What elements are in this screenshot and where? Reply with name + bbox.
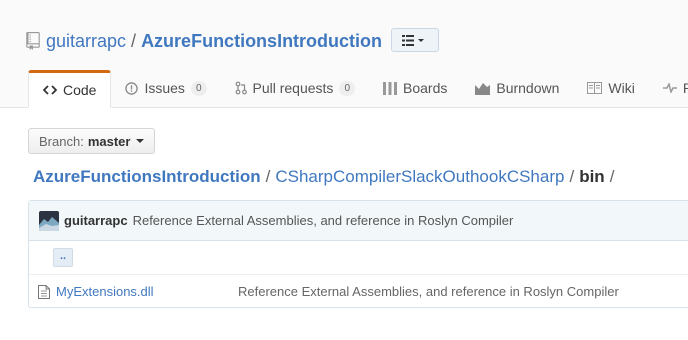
list-item: ..	[29, 241, 688, 275]
breadcrumb-folder-link[interactable]: CSharpCompilerSlackOuthookCSharp	[275, 167, 564, 186]
repo-name-link[interactable]: AzureFunctionsIntroduction	[141, 31, 382, 52]
tab-burndown[interactable]: Burndown	[461, 70, 573, 106]
breadcrumb-separator: /	[569, 167, 575, 186]
tab-pulse-label: Pu	[682, 80, 688, 96]
pull-requests-count-badge: 0	[339, 80, 355, 96]
issues-count-badge: 0	[190, 80, 207, 96]
wiki-icon	[587, 82, 603, 94]
tab-pulse[interactable]: Pu	[649, 70, 688, 106]
avatar[interactable]	[39, 210, 59, 231]
pulse-icon	[662, 83, 677, 93]
branch-selector-button[interactable]: Branch: master	[28, 128, 156, 154]
repo-separator: /	[131, 30, 137, 51]
list-icon	[402, 35, 424, 46]
tab-burndown-label: Burndown	[496, 80, 560, 96]
tab-issues-label: Issues	[144, 80, 185, 96]
file-list: guitarrapc Reference External Assemblies…	[28, 200, 688, 308]
table-row: MyExtensions.dll Reference External Asse…	[29, 275, 688, 308]
tab-pull-requests-label: Pull requests	[252, 80, 334, 96]
repo-header: guitarrapc / AzureFunctionsIntroduction …	[0, 0, 688, 108]
breadcrumb-current: bin	[579, 167, 605, 186]
breadcrumb-separator: /	[609, 167, 615, 186]
commit-message-link[interactable]: Reference External Assemblies, and refer…	[133, 213, 514, 228]
tab-wiki-label: Wiki	[608, 80, 635, 96]
branch-value: master	[87, 133, 131, 149]
breadcrumb-root-link[interactable]: AzureFunctionsIntroduction	[33, 167, 261, 186]
chevron-down-icon	[136, 139, 145, 143]
burndown-icon	[475, 82, 491, 95]
pull-request-icon	[235, 81, 247, 95]
repo-icon	[26, 32, 40, 50]
breadcrumb-separator: /	[265, 167, 271, 186]
code-icon	[43, 84, 57, 96]
branch-label: Branch:	[39, 133, 84, 149]
tab-boards[interactable]: Boards	[369, 70, 461, 106]
parent-directory-button[interactable]: ..	[53, 248, 73, 267]
file-name-link[interactable]: MyExtensions.dll	[56, 284, 154, 299]
commit-tease: guitarrapc Reference External Assemblies…	[29, 201, 688, 241]
repo-menu-button[interactable]	[391, 28, 439, 52]
file-icon	[38, 285, 50, 299]
tab-issues[interactable]: Issues 0	[111, 70, 220, 106]
boards-icon	[383, 81, 397, 95]
tab-boards-label: Boards	[403, 80, 448, 96]
issue-icon	[125, 81, 139, 95]
file-commit-message-link[interactable]: Reference External Assemblies, and refer…	[238, 284, 619, 299]
tab-wiki[interactable]: Wiki	[573, 70, 648, 106]
breadcrumb: AzureFunctionsIntroduction / CSharpCompile…	[33, 166, 619, 188]
tab-code[interactable]: Code	[28, 70, 112, 108]
repo-owner-link[interactable]: guitarrapc	[46, 31, 126, 52]
commit-author-link[interactable]: guitarrapc	[64, 213, 128, 228]
tab-code-label: Code	[63, 82, 97, 98]
repo-title: guitarrapc / AzureFunctionsIntroduction	[26, 28, 382, 54]
tab-pull-requests[interactable]: Pull requests 0	[221, 70, 370, 106]
repo-nav-tabs: Code Issues 0 Pull requests 0 Boards Bur…	[28, 70, 688, 108]
